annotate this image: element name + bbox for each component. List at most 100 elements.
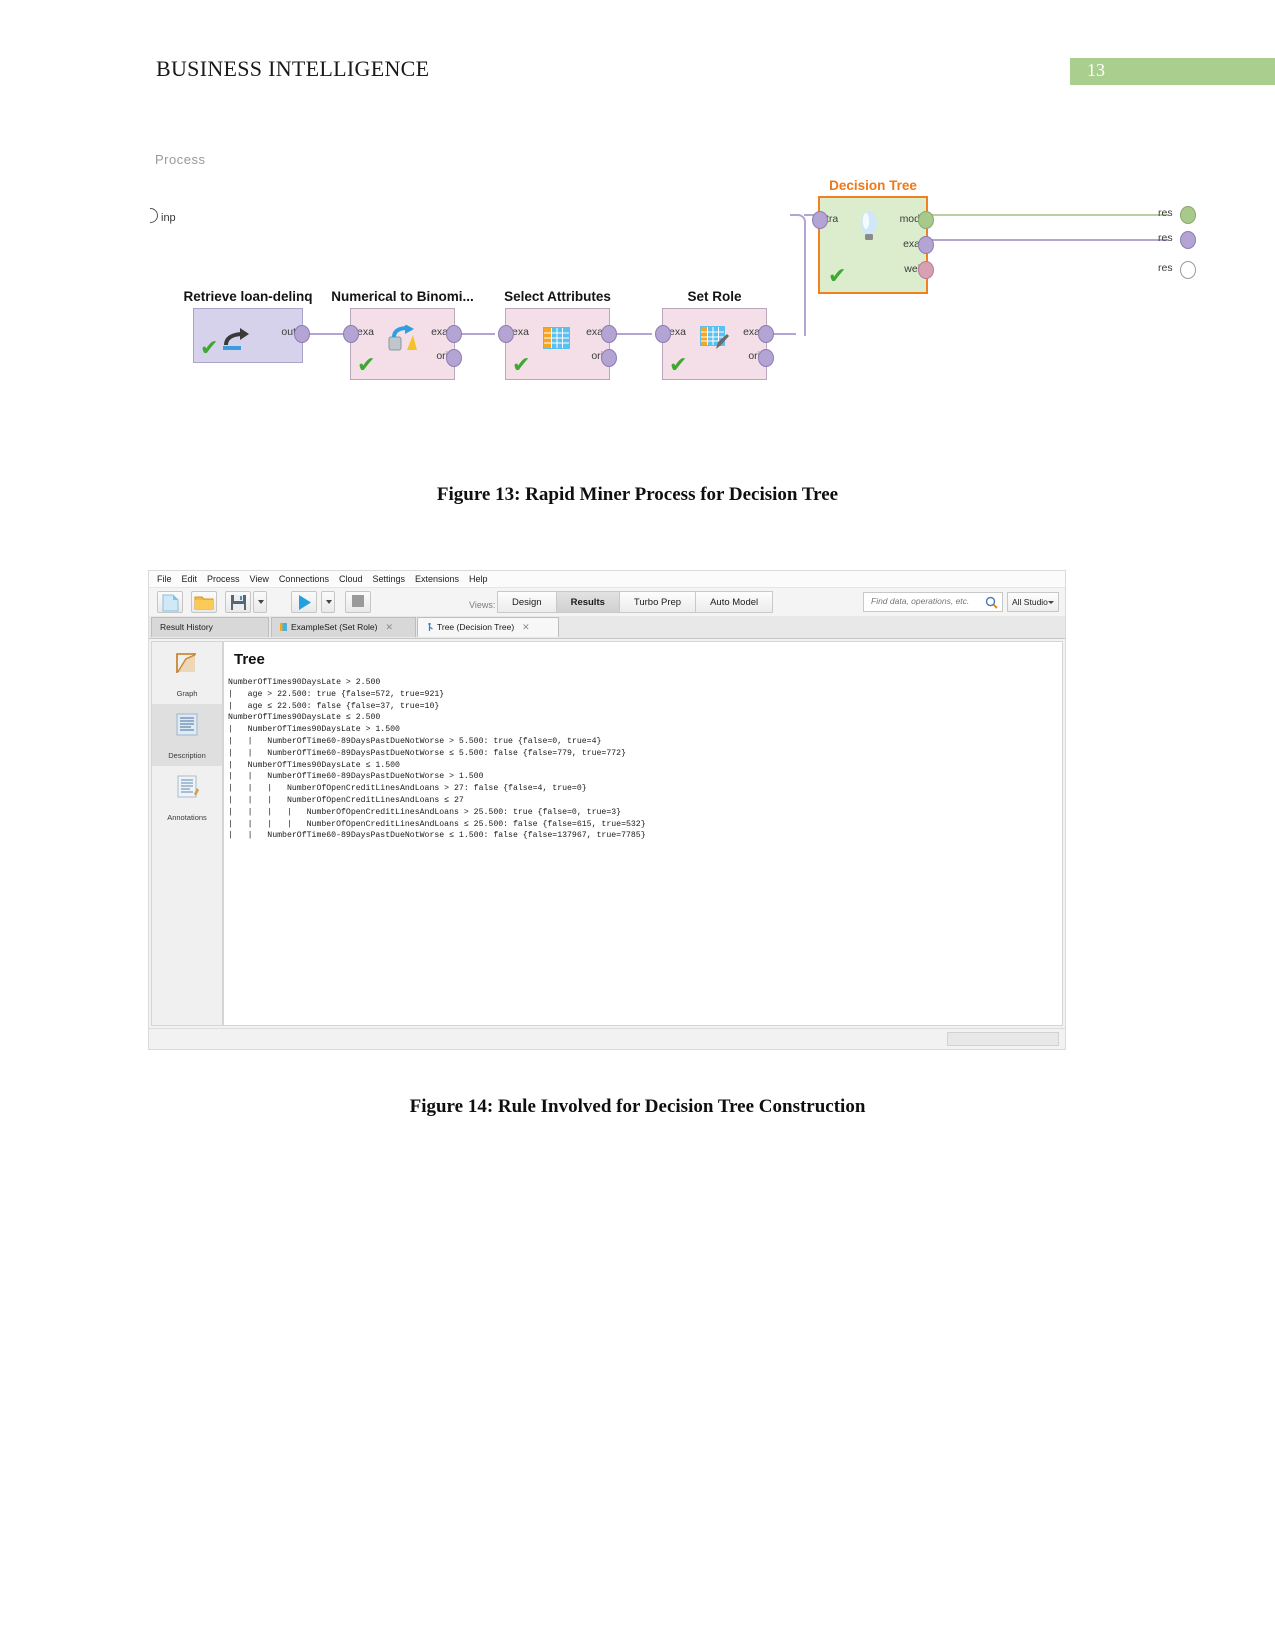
operator-retrieve-loan-delinq[interactable]: Retrieve loan-delinq out ✔ — [183, 289, 313, 363]
rail-item-label: Description — [168, 751, 206, 760]
result-tab-strip: Result History ExampleSet (Set Role) ✕ Tr… — [149, 616, 1065, 639]
port-knob-exa-in[interactable] — [343, 325, 359, 343]
result-port-knob-2[interactable] — [1180, 231, 1196, 249]
status-ok-icon: ✔ — [512, 353, 531, 378]
menu-item-settings[interactable]: Settings — [372, 574, 405, 584]
save-process-button[interactable] — [225, 591, 251, 613]
menu-item-connections[interactable]: Connections — [279, 574, 329, 584]
port-knob-out[interactable] — [294, 325, 310, 343]
new-process-button[interactable] — [157, 591, 183, 613]
search-input[interactable] — [869, 595, 983, 607]
port-knob-exa-out[interactable] — [601, 325, 617, 343]
chevron-down-icon — [258, 600, 264, 604]
wire-exa-to-res2 — [930, 239, 1168, 241]
wire-retrieve-to-numerical — [308, 333, 348, 335]
tab-label: Tree (Decision Tree) — [437, 622, 515, 632]
rail-item-description[interactable]: Description — [152, 704, 222, 766]
operator-name: Select Attributes — [504, 289, 611, 304]
status-ok-icon: ✔ — [828, 264, 847, 289]
input-port-label: inp — [161, 212, 176, 224]
view-tab-design[interactable]: Design — [497, 591, 557, 613]
close-icon[interactable]: ✕ — [385, 622, 393, 632]
view-tab-auto-model[interactable]: Auto Model — [696, 591, 774, 613]
studio-scope-value: All Studio — [1012, 597, 1048, 607]
status-ok-icon: ✔ — [357, 353, 376, 378]
operator-name: Retrieve loan-delinq — [183, 289, 313, 304]
tab-label: Result History — [160, 622, 213, 632]
open-folder-button[interactable] — [191, 591, 217, 613]
global-search-box[interactable] — [863, 592, 1003, 612]
menu-item-process[interactable]: Process — [207, 574, 240, 584]
page-title: BUSINESS INTELLIGENCE — [156, 56, 430, 81]
port-knob-exa-in[interactable] — [498, 325, 514, 343]
port-label-exa-in: exa — [357, 326, 374, 338]
rapidminer-studio-window: File Edit Process View Connections Cloud… — [148, 570, 1066, 1050]
result-port-knob-1[interactable] — [1180, 206, 1196, 224]
port-knob-exa-out[interactable] — [758, 325, 774, 343]
port-knob-ori[interactable] — [446, 349, 462, 367]
status-bar-chunk — [947, 1032, 1059, 1046]
menu-item-edit[interactable]: Edit — [182, 574, 198, 584]
input-port-icon — [150, 208, 158, 223]
menu-item-help[interactable]: Help — [469, 574, 488, 584]
tree-description-pane: Tree NumberOfTimes90DaysLate > 2.500 | a… — [223, 641, 1063, 1026]
port-knob-exa-out[interactable] — [446, 325, 462, 343]
views-label: Views: — [469, 600, 496, 610]
save-dropdown-button[interactable] — [253, 591, 267, 613]
port-knob-ori[interactable] — [601, 349, 617, 367]
run-dropdown-button[interactable] — [321, 591, 335, 613]
status-bar — [149, 1028, 1065, 1049]
tab-tree-decision-tree[interactable]: Tree (Decision Tree) ✕ — [417, 617, 559, 637]
menu-bar: File Edit Process View Connections Cloud… — [149, 571, 1065, 588]
studio-scope-selector[interactable]: All Studio — [1007, 592, 1059, 612]
search-icon[interactable] — [985, 596, 998, 614]
operator-decision-tree[interactable]: Decision Tree tra mod exa wei ✔ — [812, 178, 934, 294]
result-port-label-2: res — [1158, 232, 1173, 244]
figure-13-caption: Figure 13: Rapid Miner Process for Decis… — [436, 484, 839, 505]
operator-set-role[interactable]: Set Role exa exa ori ✔ — [655, 289, 774, 380]
tab-exampleset-set-role[interactable]: ExampleSet (Set Role) ✕ — [271, 617, 416, 637]
view-tab-turbo-prep[interactable]: Turbo Prep — [619, 591, 697, 613]
lightbulb-icon — [858, 210, 888, 240]
port-knob-ori[interactable] — [758, 349, 774, 367]
operator-name: Decision Tree — [829, 178, 917, 193]
figure-14-caption: Figure 14: Rule Involved for Decision Tr… — [409, 1096, 866, 1117]
port-label-exa-in: exa — [669, 326, 686, 338]
wire-mod-to-res1 — [930, 214, 1168, 216]
process-input-port[interactable]: inp — [150, 208, 176, 224]
wire-riser-to-decisiontree — [790, 214, 806, 336]
table-pencil-icon — [699, 325, 730, 355]
numerical-to-binominal-icon — [388, 324, 418, 355]
chevron-down-icon — [1048, 601, 1054, 604]
port-knob-exa-in[interactable] — [655, 325, 671, 343]
menu-item-file[interactable]: File — [157, 574, 172, 584]
port-label-mod: mod — [899, 213, 920, 225]
port-knob-mod[interactable] — [918, 211, 934, 229]
rail-item-annotations[interactable]: Annotations — [152, 766, 222, 828]
close-icon[interactable]: ✕ — [522, 622, 530, 632]
port-knob-tra[interactable] — [812, 211, 828, 229]
operator-select-attributes[interactable]: Select Attributes exa exa ori ✔ — [498, 289, 617, 380]
result-port-knob-3[interactable] — [1180, 261, 1196, 279]
operator-name: Numerical to Binomi... — [331, 289, 474, 304]
menu-item-cloud[interactable]: Cloud — [339, 574, 363, 584]
stop-process-button — [345, 591, 371, 613]
tab-result-history[interactable]: Result History — [151, 617, 269, 637]
decision-tree-rules-text: NumberOfTimes90DaysLate > 2.500 | age > … — [228, 678, 646, 841]
run-process-button[interactable] — [291, 591, 317, 613]
tab-label: ExampleSet (Set Role) — [291, 622, 378, 632]
description-icon — [176, 713, 198, 736]
rail-item-label: Graph — [176, 689, 198, 698]
menu-item-view[interactable]: View — [250, 574, 269, 584]
menu-item-extensions[interactable]: Extensions — [415, 574, 459, 584]
port-knob-exa[interactable] — [918, 236, 934, 254]
view-tab-results[interactable]: Results — [556, 591, 620, 613]
port-knob-wei[interactable] — [918, 261, 934, 279]
result-port-label-3: res — [1158, 262, 1173, 274]
table-columns-icon — [542, 325, 573, 355]
toolbar: Views: Design Results Turbo Prep Auto Mo… — [149, 588, 1065, 617]
operator-numerical-to-binominal[interactable]: Numerical to Binomi... exa exa ori ✔ — [331, 289, 474, 380]
views-tab-group: Design Results Turbo Prep Auto Model — [497, 591, 774, 613]
graph-icon — [176, 653, 196, 673]
rail-item-graph[interactable]: Graph — [152, 642, 222, 704]
